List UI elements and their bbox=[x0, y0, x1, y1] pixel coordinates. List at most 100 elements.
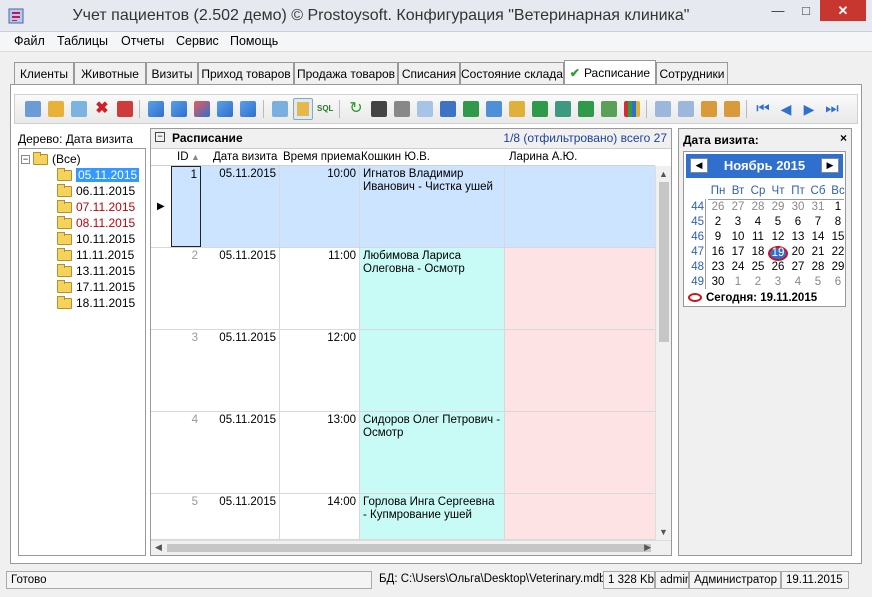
cell-date[interactable]: 05.11.2015 bbox=[201, 166, 279, 247]
maximize-icon[interactable]: □ bbox=[792, 0, 820, 21]
calendar-day[interactable]: 22 bbox=[828, 246, 848, 258]
calendar-day[interactable]: 27 bbox=[728, 201, 748, 213]
chart-icon[interactable] bbox=[624, 101, 640, 117]
tree-toggle-button[interactable] bbox=[293, 98, 313, 120]
calendar-day[interactable]: 15 bbox=[828, 231, 848, 243]
cell-date[interactable]: 05.11.2015 bbox=[201, 248, 279, 329]
col-date-header[interactable]: Дата визита bbox=[213, 151, 277, 163]
calendar-day[interactable]: 29 bbox=[768, 201, 788, 213]
calendar-day[interactable]: 26 bbox=[708, 201, 728, 213]
calendar-day[interactable]: 28 bbox=[748, 201, 768, 213]
cell-doctor2[interactable] bbox=[504, 330, 655, 411]
tree-item[interactable]: 06.11.2015 bbox=[57, 183, 135, 199]
cell-time[interactable]: 13:00 bbox=[279, 412, 359, 493]
horizontal-scrollbar[interactable]: ◀ ▶ bbox=[151, 540, 671, 555]
calendar-day[interactable]: 23 bbox=[708, 261, 728, 273]
cell-date[interactable]: 05.11.2015 bbox=[201, 494, 279, 539]
calendar-day[interactable]: 25 bbox=[748, 261, 768, 273]
delete-icon[interactable]: ✖ bbox=[94, 101, 110, 117]
cell-doctor1[interactable]: Сидоров Олег Петрович - Осмотр bbox=[359, 412, 504, 493]
sort-asc-icon[interactable] bbox=[655, 101, 671, 117]
menu-file[interactable]: Файл bbox=[14, 34, 45, 48]
cell-date[interactable]: 05.11.2015 bbox=[201, 330, 279, 411]
next-record-icon[interactable]: ▶ bbox=[801, 101, 817, 117]
table-row[interactable]: 2 05.11.2015 11:00 Любимова Лариса Олего… bbox=[151, 248, 655, 330]
export-excel-icon[interactable] bbox=[463, 101, 479, 117]
filter-view-icon[interactable] bbox=[272, 101, 288, 117]
minimize-icon[interactable]: — bbox=[764, 0, 792, 21]
tab-clients[interactable]: Клиенты bbox=[14, 62, 74, 84]
next-month-icon[interactable]: ▶ bbox=[821, 158, 839, 173]
cell-doctor2[interactable] bbox=[504, 494, 655, 539]
calendar-day[interactable]: 6 bbox=[788, 216, 808, 228]
scroll-right-icon[interactable]: ▶ bbox=[644, 542, 651, 553]
sort-desc-icon[interactable] bbox=[678, 101, 694, 117]
tab-animals[interactable]: Животные bbox=[74, 62, 146, 84]
calendar-day[interactable]: 6 bbox=[828, 276, 848, 288]
export-csv-icon[interactable] bbox=[532, 101, 548, 117]
calendar-day[interactable]: 27 bbox=[788, 261, 808, 273]
tab-schedule[interactable]: ✔ Расписание bbox=[564, 60, 656, 85]
first-record-icon[interactable]: ⏮ bbox=[755, 101, 771, 117]
menu-tables[interactable]: Таблицы bbox=[57, 34, 108, 48]
scroll-thumb[interactable] bbox=[659, 182, 669, 342]
table-row[interactable]: 5 05.11.2015 14:00 Горлова Инга Сергеевн… bbox=[151, 494, 655, 540]
cell-date[interactable]: 05.11.2015 bbox=[201, 412, 279, 493]
cell-doctor1[interactable]: Игнатов Владимир Иванович - Чистка ушей bbox=[359, 166, 504, 247]
calendar-day[interactable]: 29 bbox=[828, 261, 848, 273]
cell-time[interactable]: 11:00 bbox=[279, 248, 359, 329]
table-row[interactable]: 4 05.11.2015 13:00 Сидоров Олег Петрович… bbox=[151, 412, 655, 494]
cell-doctor2[interactable] bbox=[504, 166, 655, 247]
calendar-day[interactable]: 4 bbox=[788, 276, 808, 288]
cell-doctor1[interactable]: Любимова Лариса Олеговна - Осмотр bbox=[359, 248, 504, 329]
cell-time[interactable]: 14:00 bbox=[279, 494, 359, 539]
col-doctor1-header[interactable]: Кошкин Ю.В. bbox=[361, 151, 430, 163]
filter-edit-icon[interactable] bbox=[217, 101, 233, 117]
cell-time[interactable]: 10:00 bbox=[279, 166, 359, 247]
calendar-day[interactable]: 10 bbox=[728, 231, 748, 243]
calendar-day[interactable]: 11 bbox=[748, 231, 768, 243]
last-record-icon[interactable]: ⏭ bbox=[824, 101, 840, 117]
calendar-day[interactable]: 5 bbox=[768, 216, 788, 228]
calendar-day[interactable]: 18 bbox=[748, 246, 768, 258]
collapse-panel-icon[interactable]: − bbox=[155, 132, 165, 142]
tree-item[interactable]: 08.11.2015 bbox=[57, 215, 135, 231]
calendar-day[interactable]: 2 bbox=[708, 216, 728, 228]
close-window-icon[interactable]: ✕ bbox=[820, 0, 866, 21]
hscroll-thumb[interactable] bbox=[167, 544, 651, 552]
cell-id[interactable]: 4 bbox=[171, 412, 201, 493]
menu-help[interactable]: Помощь bbox=[230, 34, 278, 48]
new-record-icon[interactable] bbox=[25, 101, 41, 117]
cell-time[interactable]: 12:00 bbox=[279, 330, 359, 411]
copy-icon[interactable] bbox=[71, 101, 87, 117]
col-time-header[interactable]: Время приема bbox=[283, 151, 361, 163]
calendar-day[interactable]: 26 bbox=[768, 261, 788, 273]
calendar-day-today[interactable]: 19 bbox=[768, 246, 788, 261]
collapse-icon[interactable]: − bbox=[21, 154, 30, 164]
export-rtf-icon[interactable] bbox=[509, 101, 525, 117]
cell-id[interactable]: 5 bbox=[171, 494, 201, 539]
scroll-up-icon[interactable]: ▲ bbox=[659, 169, 668, 179]
export-word-icon[interactable] bbox=[440, 101, 456, 117]
cell-id[interactable]: 3 bbox=[171, 330, 201, 411]
preview-icon[interactable] bbox=[417, 101, 433, 117]
calendar-day[interactable]: 1 bbox=[828, 201, 848, 213]
tree-item[interactable]: 17.11.2015 bbox=[57, 279, 135, 295]
today-link[interactable]: Сегодня: 19.11.2015 bbox=[688, 289, 844, 306]
cell-id[interactable]: 1 bbox=[171, 166, 201, 247]
calendar-day[interactable]: 21 bbox=[808, 246, 828, 258]
menu-service[interactable]: Сервис bbox=[176, 34, 219, 48]
cell-id[interactable]: 2 bbox=[171, 248, 201, 329]
tab-goods-income[interactable]: Приход товаров bbox=[198, 62, 294, 84]
tree-root[interactable]: − (Все) bbox=[21, 151, 81, 167]
export-txt-icon[interactable] bbox=[578, 101, 594, 117]
sql-icon[interactable]: SQL bbox=[317, 101, 333, 117]
delete-all-icon[interactable] bbox=[117, 101, 133, 117]
table-row[interactable]: ▶ 1 05.11.2015 10:00 Игнатов Владимир Ив… bbox=[151, 166, 655, 248]
calendar-day[interactable]: 12 bbox=[768, 231, 788, 243]
export-html-icon[interactable] bbox=[486, 101, 502, 117]
filter-clear-icon[interactable] bbox=[194, 101, 210, 117]
scroll-left-icon[interactable]: ◀ bbox=[155, 542, 162, 553]
calendar-day[interactable]: 2 bbox=[748, 276, 768, 288]
tab-goods-sales[interactable]: Продажа товаров bbox=[294, 62, 398, 84]
